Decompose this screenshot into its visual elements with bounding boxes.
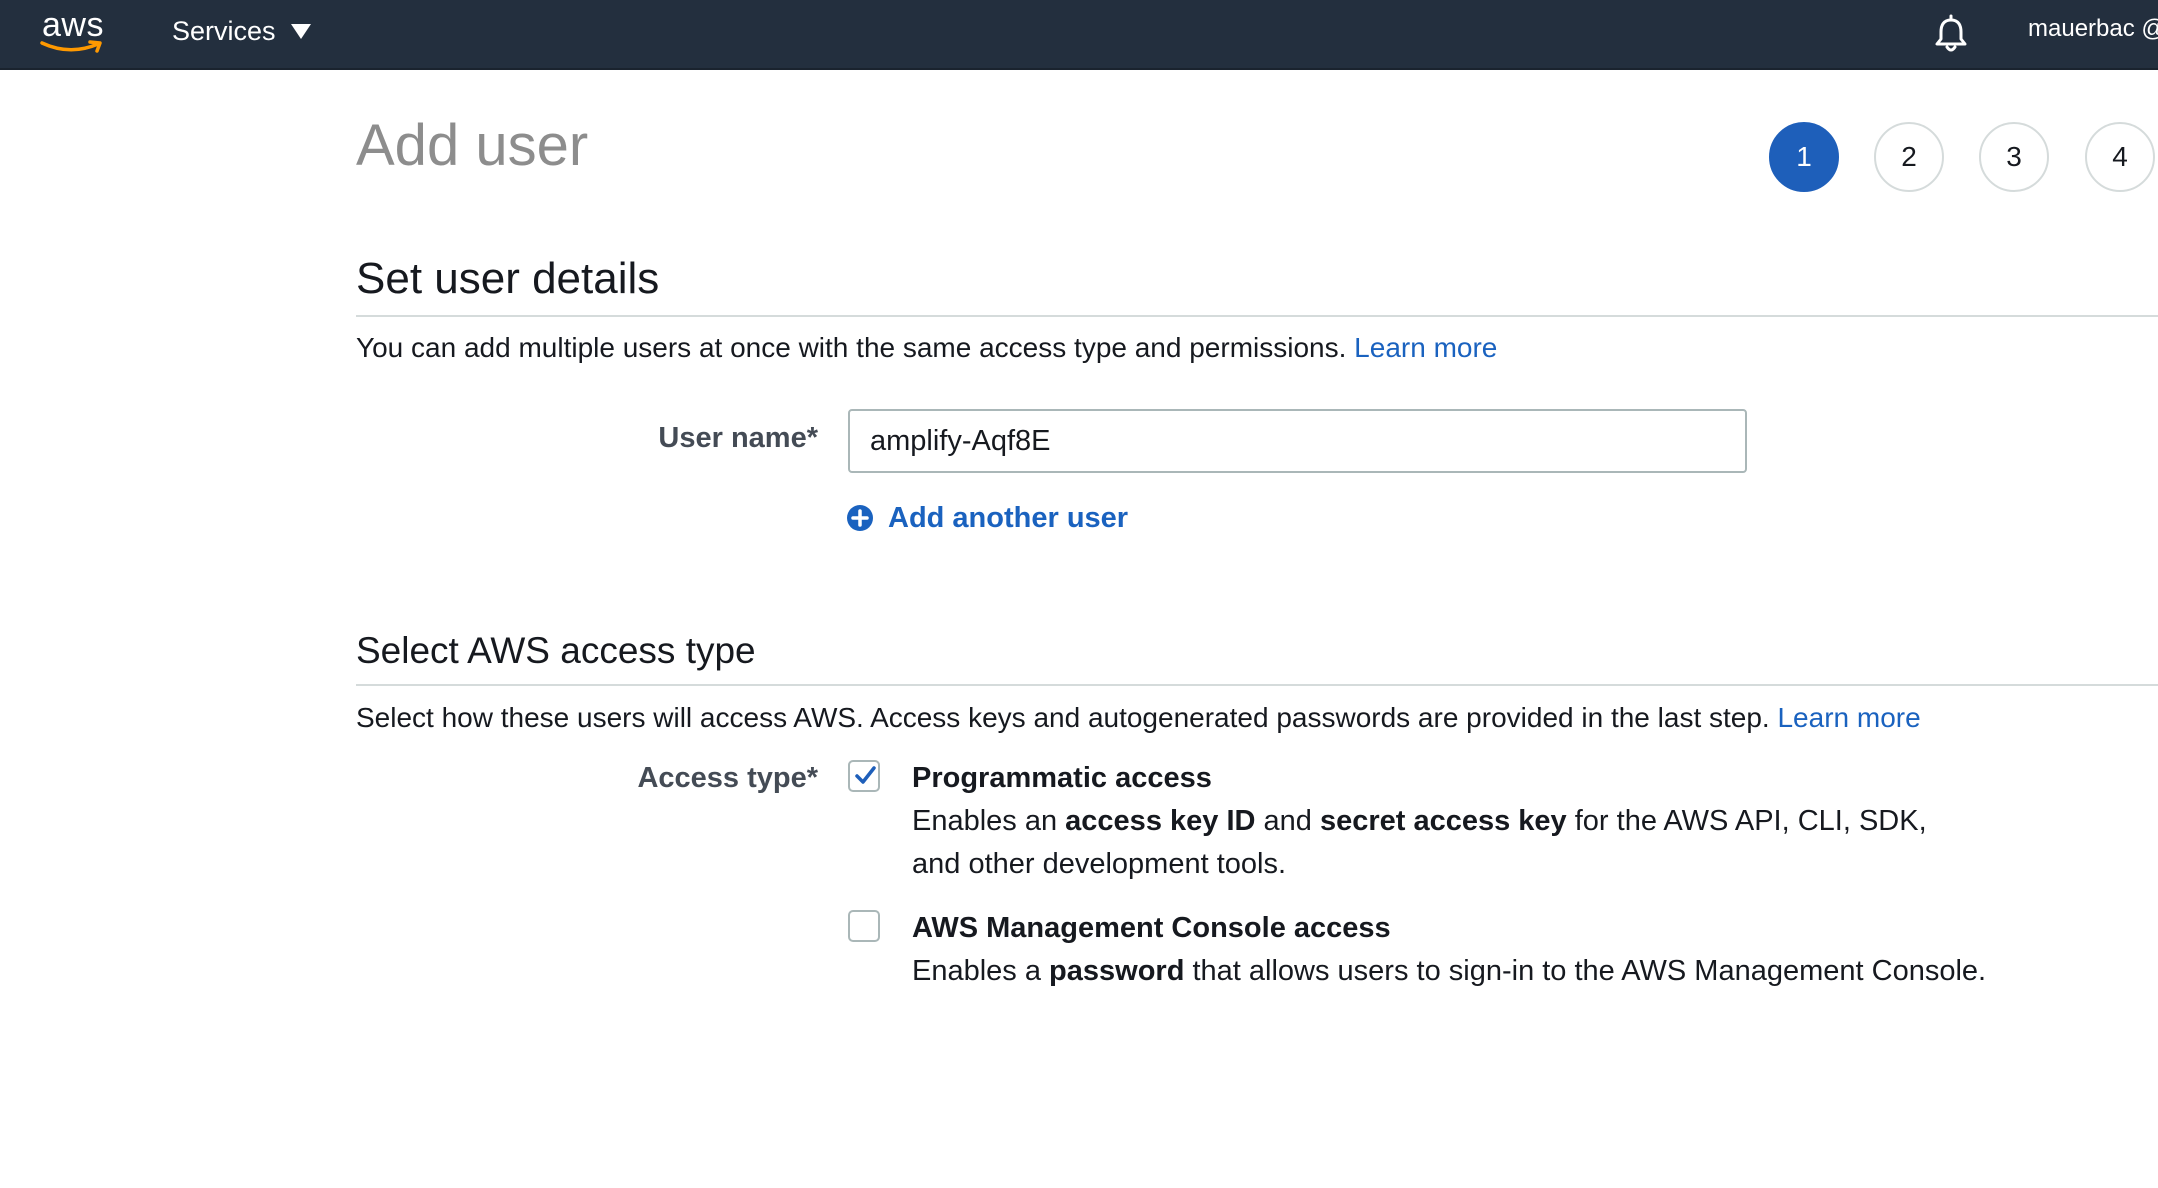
services-label: Services [172, 15, 276, 46]
access-type-description: Select how these users will access AWS. … [356, 702, 1921, 734]
programmatic-access-description: Enables an access key ID and secret acce… [912, 800, 1972, 886]
access-type-label: Access type* [637, 762, 818, 794]
access-description-text: Select how these users will access AWS. … [356, 702, 1770, 733]
add-another-user-label: Add another user [888, 501, 1129, 534]
notifications-bell-icon[interactable] [1932, 14, 1970, 54]
desc-text: Enables a [912, 955, 1050, 987]
username-input[interactable] [848, 409, 1747, 473]
programmatic-access-checkbox[interactable] [848, 760, 880, 792]
desc-bold-text: password [1049, 955, 1185, 987]
step-4[interactable]: 4 [2085, 122, 2155, 192]
set-user-details-description: You can add multiple users at once with … [356, 332, 1497, 364]
set-user-details-heading: Set user details [356, 254, 660, 303]
desc-text: and [1255, 805, 1320, 837]
services-menu-button[interactable]: Services [172, 14, 312, 48]
desc-bold-text: secret access key [1319, 805, 1567, 837]
step-3[interactable]: 3 [1979, 122, 2049, 192]
add-another-user-button[interactable]: Add another user [846, 498, 1128, 538]
details-description-text: You can add multiple users at once with … [356, 332, 1347, 363]
learn-more-link[interactable]: Learn more [1354, 332, 1497, 363]
console-access-checkbox[interactable] [848, 910, 880, 942]
programmatic-access-title: Programmatic access [912, 762, 1212, 794]
access-type-heading: Select AWS access type [356, 630, 756, 671]
top-navigation-bar: aws Services mauerbac @ [0, 0, 2158, 70]
account-menu[interactable]: mauerbac @ [2028, 15, 2158, 47]
checkmark-icon [855, 766, 876, 784]
step-1[interactable]: 1 [1769, 122, 1839, 192]
section-divider [356, 684, 2158, 686]
aws-smile-icon [40, 40, 102, 53]
desc-text: that allows users to sign-in to the AWS … [1184, 955, 1987, 987]
plus-circle-icon [847, 505, 873, 531]
aws-logo[interactable]: aws [38, 6, 108, 54]
console-access-title: AWS Management Console access [912, 912, 1391, 944]
page-title: Add user [356, 113, 589, 178]
username-label: User name* [658, 422, 818, 454]
console-access-description: Enables a password that allows users to … [912, 950, 2052, 993]
desc-bold-text: access key ID [1065, 805, 1256, 837]
step-2[interactable]: 2 [1874, 122, 1944, 192]
section-divider [356, 315, 2158, 317]
desc-text: Enables an [912, 805, 1066, 837]
learn-more-link[interactable]: Learn more [1777, 702, 1920, 733]
caret-down-icon [290, 24, 311, 39]
